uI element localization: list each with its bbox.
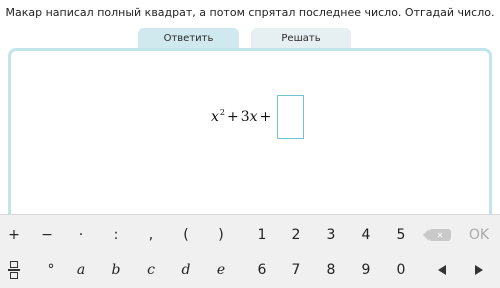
key-close-paren[interactable]: ) <box>207 220 235 250</box>
exercise-page: Макар написал полный квадрат, а потом сп… <box>0 0 500 288</box>
variable-x: x <box>211 109 219 125</box>
cursor-right-key[interactable] <box>465 255 493 285</box>
key-2[interactable]: 2 <box>282 220 310 250</box>
math-keyboard: + − · : , ( ) 1 2 3 4 5 ✕ OK ° a b c d e… <box>0 214 500 288</box>
tab-answer-now[interactable]: Ответить сразу <box>138 28 239 65</box>
keyboard-row-2: ° a b c d e 6 7 8 9 0 <box>0 255 500 285</box>
key-degree[interactable]: ° <box>37 255 65 285</box>
key-comma[interactable]: , <box>137 220 165 250</box>
key-5[interactable]: 5 <box>387 220 415 250</box>
key-8[interactable]: 8 <box>317 255 345 285</box>
arrow-right-icon <box>475 265 483 275</box>
variable-x-2: x <box>249 109 258 125</box>
key-minus[interactable]: − <box>33 220 61 250</box>
mode-tabs: Ответить сразу Решать вместе <box>138 28 351 65</box>
key-d[interactable]: d <box>172 255 200 285</box>
key-colon[interactable]: : <box>102 220 130 250</box>
key-dot[interactable]: · <box>67 220 95 250</box>
cursor-left-key[interactable] <box>428 255 456 285</box>
key-c[interactable]: c <box>137 255 165 285</box>
work-panel: x 2 + 3 x + <box>8 48 492 228</box>
key-7[interactable]: 7 <box>282 255 310 285</box>
key-b[interactable]: b <box>102 255 130 285</box>
key-plus[interactable]: + <box>0 220 28 250</box>
key-4[interactable]: 4 <box>352 220 380 250</box>
key-1[interactable]: 1 <box>248 220 276 250</box>
key-a[interactable]: a <box>67 255 95 285</box>
instruction-text: Макар написал полный квадрат, а потом сп… <box>5 6 495 19</box>
plus-sign: + <box>227 109 239 125</box>
exponent: 2 <box>219 107 225 117</box>
backspace-icon: ✕ <box>423 229 451 241</box>
coefficient: 3 <box>240 109 250 125</box>
plus-sign-2: + <box>259 109 272 125</box>
tab-solve-together[interactable]: Решать вместе <box>251 28 351 65</box>
fraction-icon <box>8 261 20 279</box>
key-0[interactable]: 0 <box>387 255 415 285</box>
arrow-left-icon <box>438 265 446 275</box>
ok-button[interactable]: OK <box>463 220 495 250</box>
key-3[interactable]: 3 <box>317 220 345 250</box>
fraction-key[interactable] <box>0 255 28 285</box>
key-e[interactable]: e <box>207 255 235 285</box>
key-6[interactable]: 6 <box>248 255 276 285</box>
key-open-paren[interactable]: ( <box>172 220 200 250</box>
keyboard-row-1: + − · : , ( ) 1 2 3 4 5 ✕ OK <box>0 220 500 250</box>
key-9[interactable]: 9 <box>352 255 380 285</box>
answer-input[interactable] <box>277 95 305 139</box>
math-expression: x 2 + 3 x + <box>211 95 305 139</box>
backspace-key[interactable]: ✕ <box>423 220 454 250</box>
